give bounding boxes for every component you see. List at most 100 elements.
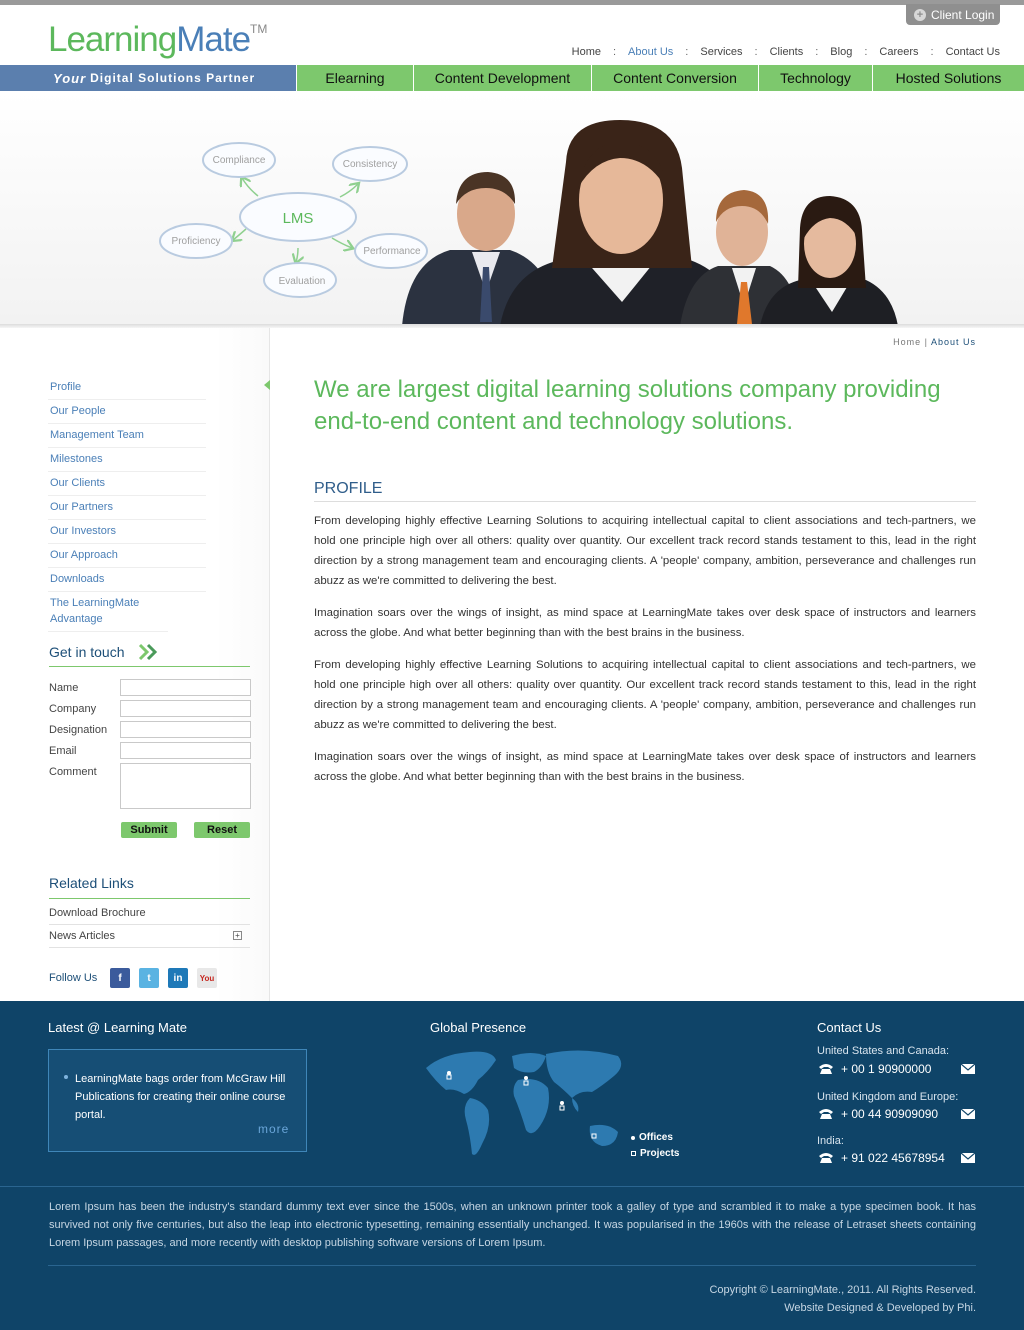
comment-label: Comment <box>49 766 97 778</box>
logo-tm: TM <box>250 22 268 36</box>
bullet-icon <box>64 1075 68 1079</box>
divider <box>0 1186 1024 1187</box>
legend-offices: Offices <box>631 1132 673 1143</box>
related-link-news-articles[interactable]: News Articles + <box>49 924 250 948</box>
bubble-proficiency: Proficiency <box>172 236 221 247</box>
world-map <box>426 1050 622 1155</box>
news-item[interactable]: LearningMate bags order from McGraw Hill… <box>75 1070 290 1124</box>
profile-paragraph: From developing highly effective Learnin… <box>314 515 976 587</box>
related-link-download-brochure[interactable]: Download Brochure <box>49 901 250 925</box>
profile-paragraph: Imagination soars over the wings of insi… <box>314 607 976 639</box>
main-nav-elearning[interactable]: Elearning <box>296 65 413 91</box>
breadcrumb: Home | About Us <box>893 337 976 347</box>
footer-about-text: Lorem Ipsum has been the industry's stan… <box>49 1201 976 1249</box>
sidebar-item-management-team[interactable]: Management Team <box>48 424 206 448</box>
main-nav: Elearning Content Development Content Co… <box>296 65 1024 91</box>
mail-icon[interactable] <box>961 1064 975 1074</box>
nav-blog[interactable]: Blog <box>818 46 864 58</box>
nav-about-us[interactable]: About Us <box>616 46 685 58</box>
sidebar-item-milestones[interactable]: Milestones <box>48 448 206 472</box>
main-nav-content-development[interactable]: Content Development <box>413 65 591 91</box>
logo-learning: Learning <box>48 20 177 59</box>
divider <box>49 666 250 667</box>
contact-phone[interactable]: + 00 44 90909090 <box>841 1107 938 1121</box>
page-headline: We are largest digital learning solution… <box>314 376 941 435</box>
mail-icon[interactable] <box>961 1153 975 1163</box>
profile-paragraph: Imagination soars over the wings of insi… <box>314 751 976 783</box>
breadcrumb-home[interactable]: Home <box>893 337 921 347</box>
phone-icon <box>819 1153 833 1163</box>
client-login-label: Client Login <box>931 7 995 22</box>
double-chevron-icon <box>138 643 158 661</box>
sidebar-item-our-approach[interactable]: Our Approach <box>48 544 206 568</box>
youtube-icon[interactable]: You <box>197 968 217 988</box>
nav-home[interactable]: Home <box>560 46 613 58</box>
square-icon <box>631 1151 636 1156</box>
global-presence-title: Global Presence <box>430 1020 527 1035</box>
profile-paragraph: From developing highly effective Learnin… <box>314 659 976 731</box>
designation-label: Designation <box>49 724 108 736</box>
nav-contact-us[interactable]: Contact Us <box>934 46 1000 58</box>
bubble-performance: Performance <box>363 246 421 257</box>
main-nav-hosted-solutions[interactable]: Hosted Solutions <box>872 65 1024 91</box>
tagline-text: Digital Solutions Partner <box>90 71 256 85</box>
logo[interactable]: LearningMate TM <box>48 20 267 60</box>
comment-field[interactable] <box>120 763 251 809</box>
submit-button[interactable]: Submit <box>121 822 177 838</box>
linkedin-icon[interactable]: in <box>168 968 188 988</box>
sidebar-item-our-investors[interactable]: Our Investors <box>48 520 206 544</box>
lms-center-label: LMS <box>283 210 314 227</box>
designation-field[interactable] <box>120 721 251 738</box>
team-photo <box>402 120 898 326</box>
copyright: Copyright © LearningMate., 2011. All Rig… <box>709 1281 976 1317</box>
tagline-your: Your <box>53 70 87 86</box>
more-link[interactable]: more <box>258 1122 289 1136</box>
hero-banner: LMS Compliance Consistency Proficiency P… <box>0 92 1024 326</box>
contact-region: United States and Canada: <box>817 1045 950 1057</box>
breadcrumb-current: About Us <box>930 337 976 347</box>
contact-us-title: Contact Us <box>817 1020 882 1035</box>
company-field[interactable] <box>120 700 251 717</box>
mail-icon[interactable] <box>961 1109 975 1119</box>
name-field[interactable] <box>120 679 251 696</box>
contact-phone[interactable]: + 00 1 90900000 <box>841 1062 931 1076</box>
sidebar-item-advantage[interactable]: The LearningMate Advantage <box>48 592 168 632</box>
reset-button[interactable]: Reset <box>194 822 250 838</box>
nav-services[interactable]: Services <box>688 46 754 58</box>
sidebar-item-profile[interactable]: Profile <box>48 376 206 400</box>
client-login-button[interactable]: + Client Login <box>906 4 1000 25</box>
dot-icon <box>631 1135 635 1140</box>
nav-clients[interactable]: Clients <box>758 46 816 58</box>
main-nav-content-conversion[interactable]: Content Conversion <box>591 65 758 91</box>
nav-careers[interactable]: Careers <box>867 46 930 58</box>
expand-plus-icon[interactable]: + <box>233 931 242 940</box>
email-field[interactable] <box>120 742 251 759</box>
phone-icon <box>819 1064 833 1074</box>
sidebar-item-downloads[interactable]: Downloads <box>48 568 206 592</box>
copyright-text: Copyright © LearningMate., 2011. All Rig… <box>709 1284 976 1296</box>
related-link-label: News Articles <box>49 930 116 942</box>
name-label: Name <box>49 682 79 694</box>
lms-diagram: LMS Compliance Consistency Proficiency P… <box>159 120 898 326</box>
bubble-compliance: Compliance <box>213 155 266 166</box>
contact-phone[interactable]: + 91 022 45678954 <box>841 1151 945 1165</box>
latest-news-title: Latest @ Learning Mate <box>48 1020 187 1035</box>
active-indicator-icon <box>264 380 270 390</box>
facebook-icon[interactable]: f <box>110 968 130 988</box>
legend-label: Offices <box>639 1132 673 1143</box>
plus-icon: + <box>914 8 926 21</box>
sidebar-menu: Profile Our People Management Team Miles… <box>48 376 206 632</box>
email-label: Email <box>49 745 77 757</box>
tagline-bar: Your Digital Solutions Partner <box>0 65 296 91</box>
twitter-icon[interactable]: t <box>139 968 159 988</box>
divider <box>49 898 250 899</box>
sidebar-item-our-people[interactable]: Our People <box>48 400 206 424</box>
main-nav-technology[interactable]: Technology <box>758 65 872 91</box>
breadcrumb-separator: | <box>924 337 928 347</box>
company-label: Company <box>49 703 97 715</box>
legend-projects: Projects <box>631 1148 679 1159</box>
related-link-label: Download Brochure <box>49 907 146 919</box>
sidebar-item-our-partners[interactable]: Our Partners <box>48 496 206 520</box>
sidebar-item-our-clients[interactable]: Our Clients <box>48 472 206 496</box>
designed-by-text[interactable]: Website Designed & Developed by Phi. <box>709 1299 976 1317</box>
